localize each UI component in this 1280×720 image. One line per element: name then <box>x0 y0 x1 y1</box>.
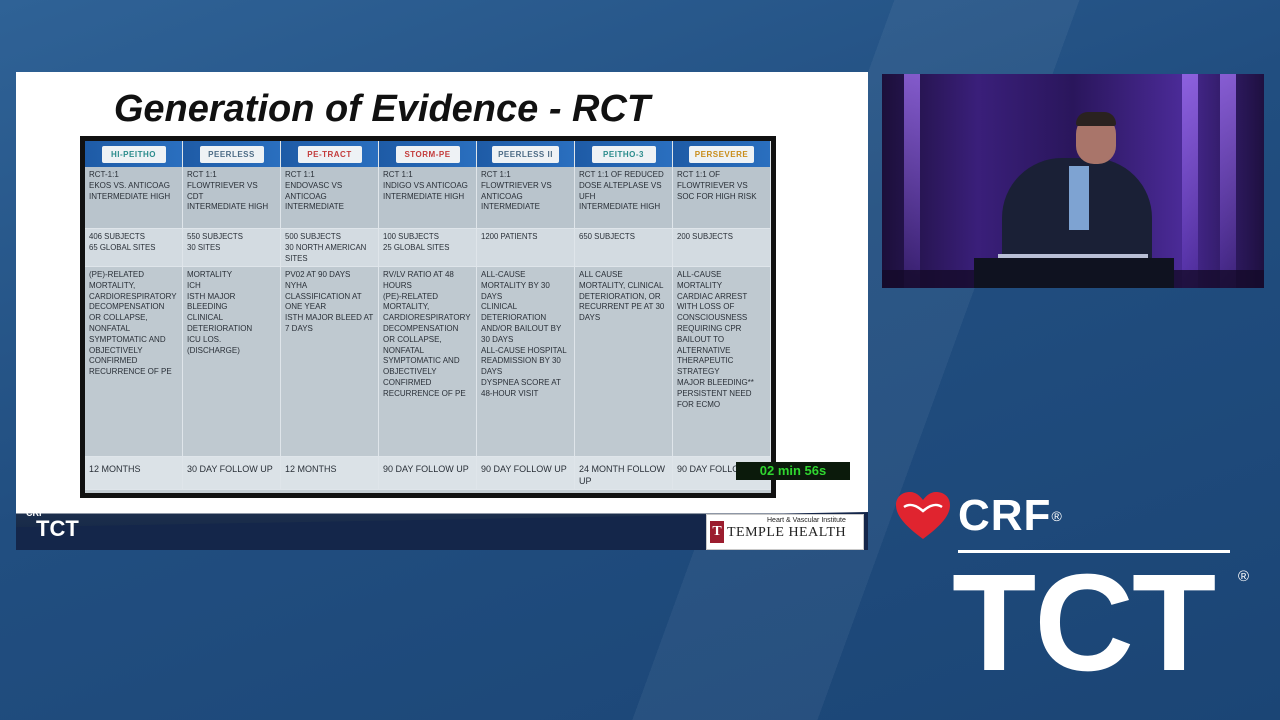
trial-subjects-cell: 200 SUBJECTS <box>673 229 771 267</box>
trial-logo-cell: PERSEVERE <box>673 141 771 167</box>
trial-logo-cell: STORM-PE <box>379 141 477 167</box>
trials-table: HI-PEITHO PEERLESS PE-TRACT STORM-PE PEERLES… <box>85 141 771 493</box>
trial-logo: PERSEVERE <box>688 145 755 163</box>
trial-followup-cell: 30 DAY FOLLOW UP <box>183 457 281 490</box>
podium <box>974 258 1174 288</box>
trial-logo: STORM-PE <box>395 145 460 163</box>
trial-logo: PEITHO-3 <box>591 145 656 163</box>
trial-outcomes-cell: ALL CAUSE MORTALITY, CLINICAL DETERIORAT… <box>575 267 673 457</box>
temple-health-logo: T Heart & Vascular Institute TEMPLE HEAL… <box>706 514 864 550</box>
trial-followup-cell: 12 MONTHS <box>85 457 183 490</box>
trial-subjects-cell: 650 SUBJECTS <box>575 229 673 267</box>
trial-outcomes-cell: RV/LV RATIO AT 48 HOURS (PE)-RELATED MOR… <box>379 267 477 457</box>
trials-table-frame: HI-PEITHO PEERLESS PE-TRACT STORM-PE PEERLES… <box>80 136 776 498</box>
speaker-shirt <box>1069 166 1089 230</box>
presentation-timer: 02 min 56s <box>736 462 850 480</box>
crf-registered-mark: ® <box>1051 508 1062 524</box>
trial-outcomes-cell: MORTALITY ICH ISTH MAJOR BLEEDING CLINIC… <box>183 267 281 457</box>
trial-logo-cell: PEITHO-3 <box>575 141 673 167</box>
heart-icon <box>896 492 950 539</box>
slide-title: Generation of Evidence - RCT <box>113 88 651 130</box>
speaker-hair <box>1076 112 1116 126</box>
trial-followup-cell: 90 DAY FOLLOW UP <box>379 457 477 490</box>
trial-outcomes-cell: (PE)-RELATED MORTALITY, CARDIORESPIRATOR… <box>85 267 183 457</box>
trial-logo-cell: PEERLESS II <box>477 141 575 167</box>
tct-wordmark: TCT <box>952 546 1216 700</box>
trial-logo: HI-PEITHO <box>101 145 166 163</box>
tct-registered-mark: ® <box>1238 568 1250 585</box>
trial-subjects-cell: 100 SUBJECTS 25 GLOBAL SITES <box>379 229 477 267</box>
trial-logo-cell: PE-TRACT <box>281 141 379 167</box>
trial-design-cell: RCT 1:1 INDIGO VS ANTICOAG INTERMEDIATE … <box>379 167 477 229</box>
crf-wordmark: CRF <box>958 491 1052 540</box>
stage-light <box>1182 74 1198 288</box>
trial-logo-cell: PEERLESS <box>183 141 281 167</box>
trial-subjects-cell: 500 SUBJECTS 30 NORTH AMERICAN SITES <box>281 229 379 267</box>
trial-logo: PEERLESS II <box>492 145 559 163</box>
crf-logo: CRF ® <box>894 488 1062 544</box>
trial-outcomes-cell: ALL-CAUSE MORTALITY CARDIAC ARREST WITH … <box>673 267 771 457</box>
trial-design-cell: RCT 1:1 FLOWTRIEVER VS ANTICOAG INTERMED… <box>477 167 575 229</box>
trial-logo-cell: HI-PEITHO <box>85 141 183 167</box>
trial-outcomes-cell: PV02 AT 90 DAYS NYHA CLASSIFICATION AT O… <box>281 267 379 457</box>
temple-institute-label: Heart & Vascular Institute <box>767 517 846 524</box>
trial-subjects-cell: 406 SUBJECTS 65 GLOBAL SITES <box>85 229 183 267</box>
trial-logo: PEERLESS <box>199 145 264 163</box>
trial-followup-cell: 24 MONTH FOLLOW UP <box>575 457 673 490</box>
speaker-video-feed <box>882 74 1264 288</box>
trial-design-cell: RCT-1:1 EKOS VS. ANTICOAG INTERMEDIATE H… <box>85 167 183 229</box>
temple-name-label: TEMPLE HEALTH <box>727 525 847 540</box>
mini-crf-tct-logo: CRF TCT <box>22 508 102 548</box>
trial-design-cell: RCT 1:1 OF REDUCED DOSE ALTEPLASE VS UFH… <box>575 167 673 229</box>
trial-subjects-cell: 550 SUBJECTS 30 SITES <box>183 229 281 267</box>
stage-light <box>1220 74 1236 288</box>
stage-light <box>904 74 920 288</box>
trial-followup-cell: 90 DAY FOLLOW UP <box>477 457 575 490</box>
trial-design-cell: RCT 1:1 of FLOWTRIEVER VS SOC FOR HIGH R… <box>673 167 771 229</box>
trial-followup-cell: 12 MONTHS <box>281 457 379 490</box>
trial-design-cell: RCT 1:1 ENDOVASC VS ANTICOAG INTERMEDIAT… <box>281 167 379 229</box>
temple-t-icon: T <box>710 521 724 543</box>
trial-subjects-cell: 1200 PATIENTS <box>477 229 575 267</box>
trial-design-cell: RCT 1:1 FLOWTRIEVER VS CDT INTERMEDIATE … <box>183 167 281 229</box>
trial-logo: PE-TRACT <box>297 145 362 163</box>
trial-outcomes-cell: ALL-CAUSE MORTALITY BY 30 DAYS CLINICAL … <box>477 267 575 457</box>
mini-tct-label: TCT <box>36 516 79 541</box>
